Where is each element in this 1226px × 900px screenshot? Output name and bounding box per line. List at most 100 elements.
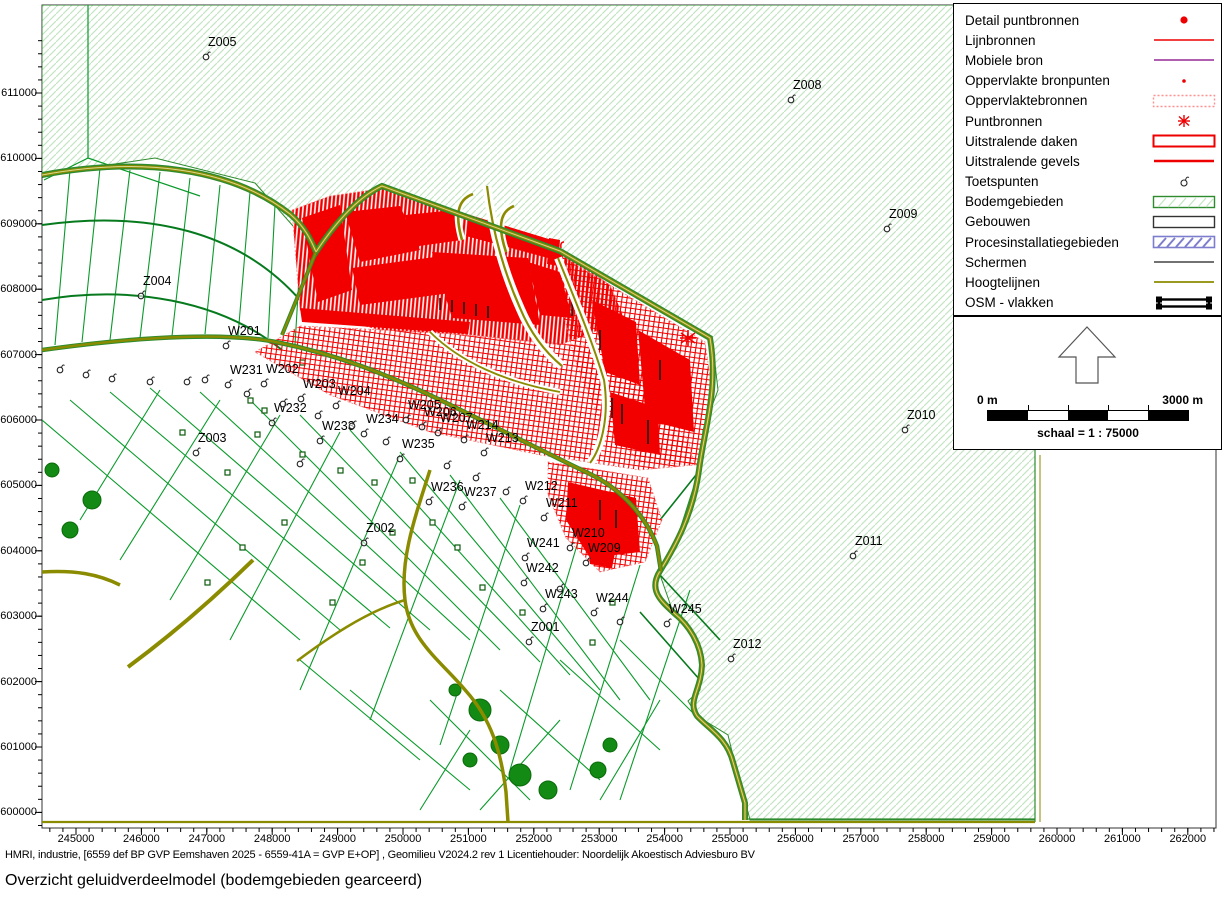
map-label-Z005: Z005 [208, 36, 237, 49]
y-tick-label: 608000 [0, 283, 37, 295]
toetspunt-marker [441, 458, 453, 470]
geomilieu-map-export: 2450002460002470002480002490002500002510… [0, 0, 1226, 900]
toetspunt-marker [181, 374, 193, 386]
puntbron-icon [1152, 114, 1216, 128]
scale-bar-segments [987, 410, 1189, 421]
toetspunt-marker [580, 555, 592, 567]
toetspunt-marker [423, 494, 435, 506]
toetspunt-marker [54, 362, 66, 374]
legend-item-label: OSM - vlakken [965, 295, 1054, 310]
x-tick-label: 262000 [1169, 833, 1206, 845]
page-title: Overzicht geluidverdeelmodel (bodemgebie… [5, 872, 422, 890]
toetspunt-marker [241, 386, 253, 398]
legend-item-lijnbron: Lijnbronnen [954, 30, 1221, 50]
scale-segment [1108, 411, 1148, 420]
toetspunt-marker [400, 412, 412, 424]
toetspunt-marker [380, 434, 392, 446]
map-label-Z012: Z012 [733, 638, 762, 651]
hoogtelijn-icon [1152, 275, 1216, 289]
toetspunt-marker [277, 396, 289, 408]
toetspunt-marker [470, 470, 482, 482]
legend-item-label: Bodemgebieden [965, 194, 1063, 209]
toetspunt-marker [899, 422, 911, 434]
map-label-W209: W209 [588, 542, 621, 555]
x-tick-label: 250000 [385, 833, 422, 845]
legend-item-uitstralend-dak: Uitstralende daken [954, 131, 1221, 151]
map-label-Z011: Z011 [855, 535, 883, 548]
legend-items: Detail puntbronnen LijnbronnenMobiele bro… [954, 10, 1221, 313]
toetspunt-marker [416, 419, 428, 431]
x-tick-label: 249000 [319, 833, 356, 845]
legend-item-procesinstallatiegebied: Procesinstallatiegebieden [954, 232, 1221, 252]
legend-item-detail-puntbron: Detail puntbronnen [954, 10, 1221, 30]
legend-item-toetspunt: Toetspunten [954, 172, 1221, 192]
y-tick-label: 607000 [0, 349, 37, 361]
x-tick-label: 246000 [123, 833, 160, 845]
x-tick-label: 251000 [450, 833, 487, 845]
map-label-W201: W201 [228, 325, 261, 338]
map-label-W237: W237 [464, 486, 497, 499]
toetspunt-marker [432, 425, 444, 437]
toetspunt-marker [564, 540, 576, 552]
x-tick-label: 252000 [515, 833, 552, 845]
toetspunt-marker [517, 493, 529, 505]
toetspunt-marker [394, 451, 406, 463]
legend-panel: Detail puntbronnen LijnbronnenMobiele bro… [953, 3, 1222, 316]
x-tick-label: 248000 [254, 833, 291, 845]
map-label-W211: W211 [546, 497, 578, 510]
compass-panel: 0 m 3000 m schaal = 1 : 75000 [953, 316, 1222, 450]
toetspunt-marker [554, 581, 566, 593]
map-label-W244: W244 [596, 592, 629, 605]
map-label-W245: W245 [669, 603, 702, 616]
legend-item-label: Detail puntbronnen [965, 13, 1079, 28]
y-tick-label: 611000 [0, 87, 37, 99]
toetspunt-marker [220, 338, 232, 350]
toetspunt-marker [346, 418, 358, 430]
x-tick-label: 258000 [908, 833, 945, 845]
footer-info-line: HMRI, industrie, [6559 def BP GVP Eemsha… [5, 849, 755, 861]
toetspunt-marker [478, 445, 490, 457]
procesinstallatiegebied-icon [1152, 235, 1216, 249]
x-tick-label: 256000 [777, 833, 814, 845]
map-label-W236: W236 [431, 481, 464, 494]
y-tick-label: 601000 [0, 741, 37, 753]
map-label-W210: W210 [572, 527, 605, 540]
uitstralende-gevel-icon [1152, 154, 1216, 168]
map-label-W212: W212 [525, 480, 558, 493]
toetspunt-marker [312, 408, 324, 420]
uitstralend-dak-icon [1152, 134, 1216, 148]
toetspunt-marker [314, 433, 326, 445]
oppervlaktebron-icon [1152, 94, 1216, 108]
toetspunt-marker [456, 499, 468, 511]
x-tick-label: 254000 [646, 833, 683, 845]
y-tick-label: 610000 [0, 152, 37, 164]
x-tick-label: 257000 [842, 833, 879, 845]
scale-zero-label: 0 m [977, 393, 998, 407]
mobiele-bron-icon [1152, 53, 1216, 67]
x-tick-label: 260000 [1039, 833, 1076, 845]
toetspunt-marker [200, 49, 212, 61]
legend-item-label: Oppervlakte bronpunten [965, 73, 1110, 88]
map-label-W242: W242 [526, 562, 559, 575]
scale-segment [1148, 411, 1188, 420]
y-tick-label: 600000 [0, 806, 37, 818]
toetspunt-marker [537, 601, 549, 613]
toetspunt-marker [358, 535, 370, 547]
y-tick-label: 606000 [0, 414, 37, 426]
legend-item-mobiele-bron: Mobiele bron [954, 50, 1221, 70]
legend-item-gebouw: Gebouwen [954, 212, 1221, 232]
x-tick-label: 245000 [58, 833, 95, 845]
legend-item-oppervlakte-bronpunt: Oppervlakte bronpunten [954, 71, 1221, 91]
y-tick-label: 602000 [0, 676, 37, 688]
map-label-Z004: Z004 [143, 275, 172, 288]
legend-item-label: Procesinstallatiegebieden [965, 235, 1119, 250]
toetspunt-marker [358, 426, 370, 438]
toetspunt-marker [106, 371, 118, 383]
toetspunt-marker [847, 548, 859, 560]
toetspunt-marker [222, 377, 234, 389]
x-tick-label: 253000 [581, 833, 618, 845]
x-tick-label: 255000 [712, 833, 749, 845]
detail-puntbron-icon [1152, 13, 1216, 27]
map-label-W202: W202 [266, 363, 299, 376]
toetspunt-marker [518, 575, 530, 587]
